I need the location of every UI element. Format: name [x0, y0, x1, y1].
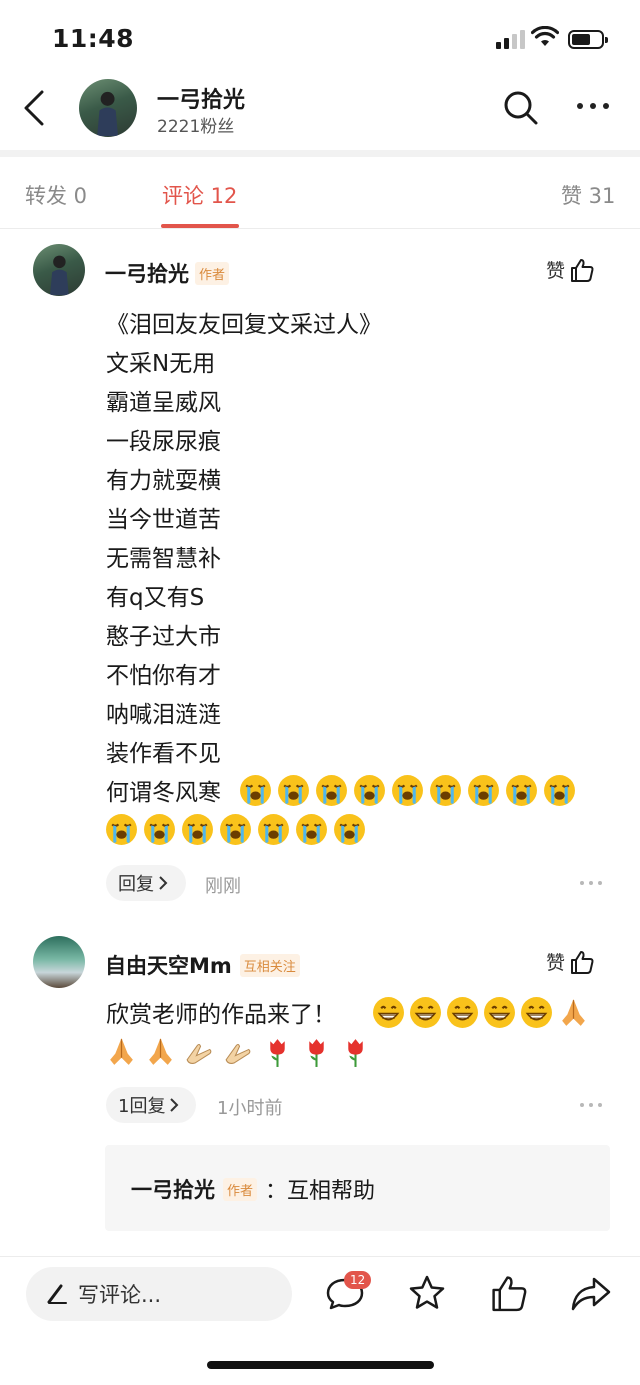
reply-text: ：互相帮助 [265, 1179, 376, 1204]
search-icon[interactable] [503, 90, 539, 126]
like-button[interactable]: 赞 [546, 256, 595, 283]
reply-label: 1回复 [118, 1096, 166, 1117]
author-badge: 作者 [223, 1177, 258, 1201]
chevron-right-icon [170, 1098, 179, 1112]
commenter-name[interactable]: 自由天空Mm [105, 950, 232, 980]
home-indicator [207, 1361, 434, 1369]
chevron-right-icon [159, 876, 168, 890]
reply-button[interactable]: 1回复 [106, 1087, 196, 1123]
comment-text: 《泪回友友回复文采过人》 文采N无用 霸道呈威风 一段尿尿痕 有力就耍横 当今世… [106, 312, 382, 806]
rose-icon [270, 1039, 285, 1067]
comment-time: 1小时前 [217, 1098, 283, 1119]
loudly-crying-face-icon [544, 775, 575, 806]
divider [0, 150, 640, 157]
comment-input[interactable]: 写评论... [26, 1267, 292, 1321]
loudly-crying-face-icon [334, 814, 365, 845]
rose-icon [309, 1039, 324, 1067]
battery-icon [568, 30, 608, 49]
comment-more-icon[interactable] [580, 1103, 602, 1107]
thumbs-up-icon[interactable] [489, 1273, 529, 1313]
share-icon[interactable] [570, 1276, 612, 1312]
reply-button[interactable]: 回复 [106, 865, 186, 901]
loudly-crying-face-icon [144, 814, 175, 845]
emoji-row [105, 813, 371, 846]
commenter-avatar[interactable] [33, 244, 85, 296]
emoji-row [105, 1035, 372, 1068]
nested-reply[interactable]: 一弓拾光 作者 ：互相帮助 [105, 1145, 610, 1231]
loudly-crying-face-icon [430, 775, 461, 806]
grinning-face-icon [484, 997, 515, 1028]
comment-time: 刚刚 [205, 876, 241, 897]
folded-hands-icon [562, 999, 585, 1026]
loudly-crying-face-icon [506, 775, 537, 806]
loudly-crying-face-icon [240, 775, 271, 806]
like-label: 赞 [546, 952, 566, 974]
tab-comments[interactable]: 评论 12 [162, 180, 237, 210]
loudly-crying-face-icon [316, 775, 347, 806]
divider [0, 1256, 640, 1257]
wifi-icon [531, 26, 559, 46]
loudly-crying-face-icon [392, 775, 423, 806]
follower-count: 2221粉丝 [157, 117, 235, 137]
rose-icon [348, 1039, 363, 1067]
loudly-crying-face-icon [354, 775, 385, 806]
thumbs-up-icon [571, 258, 594, 282]
more-options-icon[interactable] [577, 103, 609, 109]
mutual-follow-badge: 互相关注 [239, 953, 300, 977]
commenter-avatar[interactable] [33, 936, 85, 988]
pencil-icon [47, 1284, 67, 1304]
loudly-crying-face-icon [182, 814, 213, 845]
comment-count-badge: 12 [344, 1271, 372, 1289]
like-button[interactable]: 赞 [546, 948, 595, 975]
clapping-hands-icon [225, 1043, 251, 1064]
tab-likes[interactable]: 赞 31 [561, 180, 615, 210]
emoji-row [239, 774, 581, 807]
comment-input-placeholder: 写评论... [78, 1283, 162, 1307]
star-icon[interactable] [407, 1273, 447, 1313]
folded-hands-icon [149, 1038, 172, 1065]
loudly-crying-face-icon [468, 775, 499, 806]
status-time: 11:48 [52, 24, 135, 53]
reply-label: 回复 [118, 874, 154, 895]
cellular-signal-icon [496, 30, 525, 49]
divider [0, 228, 640, 229]
loudly-crying-face-icon [258, 814, 289, 845]
loudly-crying-face-icon [296, 814, 327, 845]
clapping-hands-icon [186, 1043, 212, 1064]
loudly-crying-face-icon [220, 814, 251, 845]
reply-author-name[interactable]: 一弓拾光 [131, 1174, 215, 1204]
commenter-name[interactable]: 一弓拾光 [105, 258, 189, 288]
comment-text: 欣赏老师的作品来了！ [106, 1002, 336, 1028]
back-arrow-icon[interactable] [22, 90, 46, 126]
like-label: 赞 [546, 260, 566, 282]
loudly-crying-face-icon [278, 775, 309, 806]
author-name[interactable]: 一弓拾光 [157, 82, 245, 114]
grinning-face-icon [373, 997, 404, 1028]
loudly-crying-face-icon [106, 814, 137, 845]
grinning-face-icon [410, 997, 441, 1028]
grinning-face-icon [447, 997, 478, 1028]
author-avatar[interactable] [79, 79, 137, 137]
emoji-row [372, 996, 590, 1029]
author-badge: 作者 [195, 261, 230, 285]
grinning-face-icon [521, 997, 552, 1028]
comment-more-icon[interactable] [580, 881, 602, 885]
folded-hands-icon [110, 1038, 133, 1065]
thumbs-up-icon [571, 950, 594, 974]
tab-reposts[interactable]: 转发 0 [25, 180, 87, 210]
